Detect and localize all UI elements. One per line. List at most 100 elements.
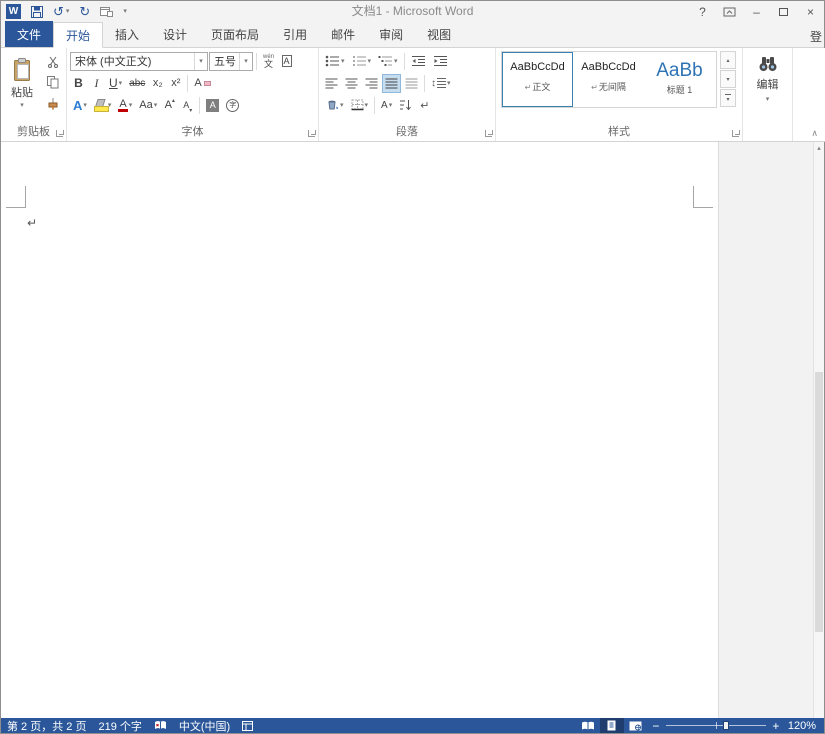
styles-scroll-up-button[interactable]: ▴ <box>720 51 736 69</box>
subscript-button[interactable]: x₂ <box>149 74 166 93</box>
cut-button[interactable] <box>43 52 63 71</box>
multilevel-dropdown-icon[interactable]: ▾ <box>394 58 398 65</box>
change-case-dropdown-icon[interactable]: ▾ <box>154 102 158 109</box>
page-indicator[interactable]: 第 2 页，共 2 页 <box>1 718 92 733</box>
character-border-button[interactable]: A <box>278 52 295 71</box>
align-left-button[interactable] <box>322 74 341 93</box>
scrollbar-thumb[interactable] <box>815 372 823 631</box>
italic-button[interactable]: I <box>88 74 105 93</box>
style-heading-1[interactable]: AaBb 标题 1 <box>644 52 715 107</box>
font-color-dropdown-icon[interactable]: ▾ <box>129 102 133 109</box>
macro-record-button[interactable] <box>236 718 259 733</box>
numbering-button[interactable]: ▾ <box>349 52 375 71</box>
justify-button[interactable] <box>382 74 401 93</box>
font-color-button[interactable]: A▾ <box>115 96 135 115</box>
show-hide-marks-button[interactable]: ↵ <box>416 96 433 115</box>
maximize-button[interactable] <box>770 1 797 22</box>
language-indicator[interactable]: 中文(中国) <box>173 718 236 733</box>
shrink-font-button[interactable]: A▾ <box>179 96 196 115</box>
sort-button[interactable] <box>396 96 415 115</box>
style-normal[interactable]: AaBbCcDd ↵正文 <box>502 52 573 107</box>
change-case-button[interactable]: Aa▾ <box>136 96 160 115</box>
zoom-slider[interactable] <box>666 718 766 733</box>
customize-quick-access-button[interactable]: ▾ <box>123 3 127 21</box>
document-page[interactable]: ↵ <box>1 142 719 718</box>
collapse-ribbon-icon[interactable]: ∧ <box>811 128 818 139</box>
multilevel-list-button[interactable]: ▾ <box>375 52 401 71</box>
clipboard-dialog-launcher[interactable] <box>56 130 63 137</box>
undo-dropdown-icon[interactable]: ▾ <box>66 8 70 15</box>
highlight-button[interactable]: ▾ <box>91 96 115 115</box>
line-spacing-dropdown-icon[interactable]: ▾ <box>447 80 451 87</box>
zoom-in-button[interactable]: + <box>768 718 784 733</box>
borders-button[interactable]: ▾ <box>348 96 372 115</box>
styles-dialog-launcher[interactable] <box>732 130 739 137</box>
editing-button[interactable]: 编辑 ▾ <box>743 56 792 103</box>
copy-button[interactable] <box>43 73 63 92</box>
editing-dropdown-icon[interactable]: ▾ <box>766 96 770 103</box>
enclose-characters-button[interactable]: 字 <box>223 96 242 115</box>
strikethrough-button[interactable]: abc <box>126 74 148 93</box>
bold-button[interactable]: B <box>70 74 87 93</box>
character-shading-button[interactable]: A <box>203 96 222 115</box>
scrollbar-up-icon[interactable]: ▴ <box>814 142 824 154</box>
sign-in-link[interactable]: 登 <box>810 28 822 45</box>
align-right-button[interactable] <box>362 74 381 93</box>
font-size-dropdown-icon[interactable]: ▾ <box>239 53 252 70</box>
font-name-dropdown-icon[interactable]: ▾ <box>194 53 207 70</box>
asian-layout-dropdown-icon[interactable]: ▾ <box>389 102 393 109</box>
styles-more-button[interactable]: ▾ <box>720 89 736 107</box>
increase-indent-button[interactable] <box>430 52 451 71</box>
asian-layout-button[interactable]: A ▾ <box>378 96 395 115</box>
font-size-combo[interactable]: 五号 ▾ <box>209 52 253 71</box>
tab-file[interactable]: 文件 <box>5 21 53 47</box>
align-center-button[interactable] <box>342 74 361 93</box>
clear-formatting-button[interactable]: A <box>191 74 213 93</box>
tab-design[interactable]: 设计 <box>151 22 199 47</box>
shading-button[interactable]: ▾ <box>322 96 347 115</box>
font-name-combo[interactable]: 宋体 (中文正文) ▾ <box>70 52 208 71</box>
vertical-scrollbar[interactable]: ▴ <box>813 142 824 718</box>
tab-review[interactable]: 审阅 <box>367 22 415 47</box>
style-no-spacing[interactable]: AaBbCcDd ↵无间隔 <box>573 52 644 107</box>
word-count[interactable]: 219 个字 <box>92 718 147 733</box>
borders-dropdown-icon[interactable]: ▾ <box>365 102 369 109</box>
close-button[interactable]: × <box>797 1 824 22</box>
paste-button[interactable]: 粘贴 ▾ <box>4 51 40 115</box>
tab-view[interactable]: 视图 <box>415 22 463 47</box>
format-painter-button[interactable] <box>43 94 63 113</box>
proofing-button[interactable] <box>148 718 173 733</box>
distribute-button[interactable] <box>402 74 421 93</box>
decrease-indent-button[interactable] <box>408 52 429 71</box>
tab-mailings[interactable]: 邮件 <box>319 22 367 47</box>
font-dialog-launcher[interactable] <box>308 130 315 137</box>
line-spacing-button[interactable]: ↕ ▾ <box>428 74 454 93</box>
tab-home[interactable]: 开始 <box>53 22 103 48</box>
tab-page-layout[interactable]: 页面布局 <box>199 22 271 47</box>
quick-access-extra-button[interactable] <box>100 3 113 21</box>
help-button[interactable]: ? <box>689 1 716 22</box>
styles-scroll-down-button[interactable]: ▾ <box>720 70 736 88</box>
web-layout-button[interactable] <box>624 718 648 733</box>
redo-button[interactable]: ↻ <box>79 3 90 21</box>
tab-references[interactable]: 引用 <box>271 22 319 47</box>
shading-dropdown-icon[interactable]: ▾ <box>340 102 344 109</box>
grow-font-button[interactable]: A▴ <box>161 96 178 115</box>
word-logo-icon[interactable]: W <box>6 4 21 19</box>
save-button[interactable] <box>31 3 43 21</box>
minimize-button[interactable]: – <box>743 1 770 22</box>
zoom-out-button[interactable]: − <box>648 718 664 733</box>
bullets-dropdown-icon[interactable]: ▾ <box>341 58 345 65</box>
read-mode-button[interactable] <box>576 718 600 733</box>
zoom-level[interactable]: 120% <box>784 720 824 732</box>
underline-dropdown-icon[interactable]: ▾ <box>119 80 123 87</box>
text-effects-dropdown-icon[interactable]: ▾ <box>83 102 87 109</box>
underline-button[interactable]: U▾ <box>106 74 125 93</box>
phonetic-guide-button[interactable]: wén 文 <box>260 52 277 71</box>
text-effects-button[interactable]: A▾ <box>70 96 90 115</box>
ribbon-display-options-button[interactable] <box>716 1 743 22</box>
numbering-dropdown-icon[interactable]: ▾ <box>368 58 372 65</box>
undo-button[interactable]: ↺ ▾ <box>53 3 69 21</box>
tab-insert[interactable]: 插入 <box>103 22 151 47</box>
print-layout-button[interactable] <box>600 718 624 733</box>
